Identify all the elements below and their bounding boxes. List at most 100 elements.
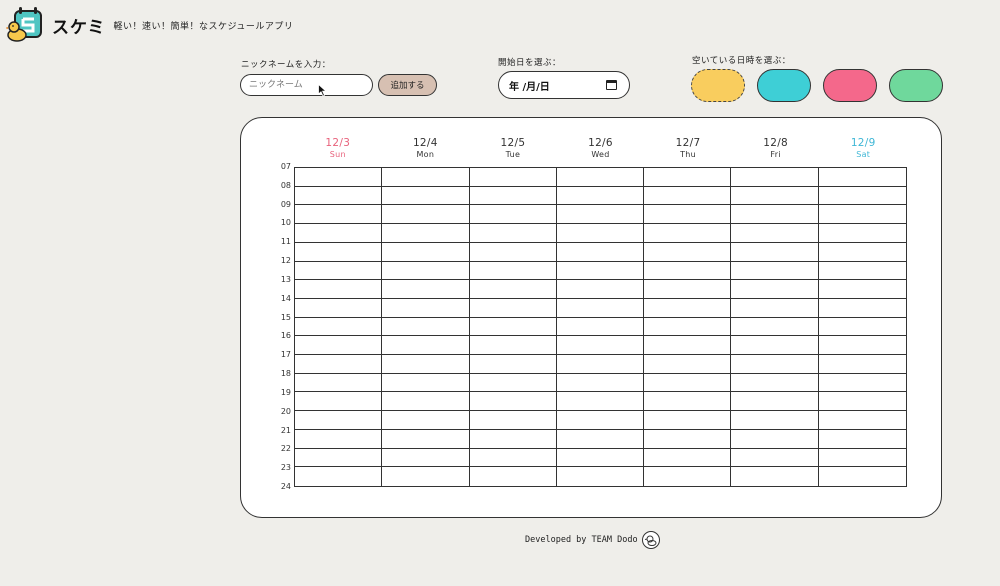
time-slot-cell[interactable]	[295, 429, 383, 449]
time-slot-cell[interactable]	[731, 186, 819, 206]
time-slot-cell[interactable]	[818, 299, 906, 318]
time-slot-cell[interactable]	[731, 317, 819, 337]
calendar-icon[interactable]	[606, 80, 617, 90]
time-slot-cell[interactable]	[818, 355, 906, 374]
time-slot-cell[interactable]	[469, 317, 557, 337]
time-slot-cell[interactable]	[382, 392, 470, 412]
start-date-input[interactable]: 年 /月/日	[498, 71, 630, 99]
time-slot-cell[interactable]	[382, 280, 470, 299]
time-slot-cell[interactable]	[818, 243, 906, 262]
time-slot-cell[interactable]	[818, 205, 906, 225]
time-slot-cell[interactable]	[819, 467, 906, 486]
time-slot-cell[interactable]	[644, 336, 732, 356]
time-slot-cell[interactable]	[295, 168, 383, 187]
time-slot-cell[interactable]	[382, 317, 470, 337]
time-slot-cell[interactable]	[382, 467, 470, 486]
time-slot-cell[interactable]	[382, 355, 470, 374]
time-slot-cell[interactable]	[295, 261, 383, 281]
time-slot-cell[interactable]	[556, 392, 645, 412]
time-slot-cell[interactable]	[382, 186, 470, 206]
time-slot-cell[interactable]	[818, 168, 906, 187]
time-slot-cell[interactable]	[731, 467, 819, 486]
time-slot-cell[interactable]	[295, 411, 383, 430]
time-slot-cell[interactable]	[382, 261, 470, 281]
time-slot-cell[interactable]	[644, 467, 732, 486]
time-slot-cell[interactable]	[295, 448, 383, 468]
time-slot-cell[interactable]	[818, 224, 906, 243]
time-slot-cell[interactable]	[556, 373, 645, 393]
time-slot-cell[interactable]	[469, 392, 557, 412]
time-slot-cell[interactable]	[731, 280, 819, 299]
time-slot-cell[interactable]	[469, 261, 557, 281]
time-slot-cell[interactable]	[556, 280, 645, 299]
time-slot-cell[interactable]	[731, 298, 819, 318]
time-slot-cell[interactable]	[644, 205, 732, 225]
color-button-yellow[interactable]	[691, 69, 745, 102]
time-slot-cell[interactable]	[556, 336, 645, 356]
time-slot-cell[interactable]	[818, 280, 906, 299]
time-slot-cell[interactable]	[644, 317, 732, 337]
time-slot-cell[interactable]	[469, 373, 557, 393]
time-slot-cell[interactable]	[382, 373, 470, 393]
add-user-button[interactable]: 追加する	[378, 74, 437, 96]
time-slot-cell[interactable]	[295, 317, 383, 337]
time-slot-cell[interactable]	[382, 168, 470, 187]
time-slot-cell[interactable]	[731, 224, 819, 243]
time-slot-cell[interactable]	[556, 186, 645, 206]
time-slot-cell[interactable]	[818, 430, 906, 449]
time-slot-cell[interactable]	[818, 392, 906, 412]
time-slot-cell[interactable]	[644, 429, 732, 449]
time-slot-cell[interactable]	[469, 411, 557, 430]
time-slot-cell[interactable]	[818, 318, 906, 337]
time-slot-cell[interactable]	[556, 205, 645, 225]
time-slot-cell[interactable]	[382, 242, 470, 262]
time-slot-cell[interactable]	[469, 242, 557, 262]
time-slot-cell[interactable]	[644, 373, 732, 393]
time-slot-cell[interactable]	[731, 261, 819, 281]
time-slot-cell[interactable]	[469, 298, 557, 318]
time-slot-cell[interactable]	[818, 336, 906, 356]
time-slot-cell[interactable]	[382, 411, 470, 430]
time-slot-cell[interactable]	[295, 467, 383, 486]
time-slot-cell[interactable]	[644, 261, 732, 281]
time-slot-cell[interactable]	[818, 187, 906, 206]
time-slot-cell[interactable]	[470, 467, 557, 486]
time-slot-cell[interactable]	[556, 242, 645, 262]
time-slot-cell[interactable]	[556, 411, 645, 430]
time-slot-cell[interactable]	[469, 429, 557, 449]
time-slot-cell[interactable]	[557, 467, 645, 486]
time-slot-cell[interactable]	[644, 186, 732, 206]
time-slot-cell[interactable]	[556, 224, 645, 243]
time-slot-cell[interactable]	[556, 355, 645, 374]
time-slot-cell[interactable]	[295, 373, 383, 393]
time-slot-cell[interactable]	[731, 242, 819, 262]
time-slot-cell[interactable]	[731, 392, 819, 412]
time-slot-cell[interactable]	[469, 355, 557, 374]
time-slot-cell[interactable]	[469, 224, 557, 243]
time-slot-cell[interactable]	[382, 224, 470, 243]
time-slot-cell[interactable]	[295, 336, 383, 356]
time-slot-cell[interactable]	[731, 205, 819, 225]
time-slot-cell[interactable]	[295, 186, 383, 206]
time-slot-cell[interactable]	[469, 205, 557, 225]
time-slot-cell[interactable]	[644, 355, 732, 374]
time-slot-cell[interactable]	[644, 280, 732, 299]
time-slot-cell[interactable]	[731, 355, 819, 374]
time-slot-cell[interactable]	[731, 373, 819, 393]
time-slot-cell[interactable]	[469, 336, 557, 356]
time-slot-cell[interactable]	[556, 298, 645, 318]
time-slot-cell[interactable]	[382, 205, 470, 225]
time-slot-cell[interactable]	[469, 168, 557, 187]
time-slot-cell[interactable]	[644, 298, 732, 318]
time-slot-cell[interactable]	[556, 429, 645, 449]
time-slot-cell[interactable]	[731, 448, 819, 468]
time-slot-cell[interactable]	[644, 392, 732, 412]
time-slot-cell[interactable]	[731, 168, 819, 187]
time-slot-cell[interactable]	[818, 374, 906, 393]
time-slot-cell[interactable]	[295, 392, 383, 412]
time-slot-cell[interactable]	[731, 429, 819, 449]
time-slot-cell[interactable]	[382, 448, 470, 468]
color-button-pink[interactable]	[823, 69, 877, 102]
time-slot-cell[interactable]	[382, 429, 470, 449]
time-slot-cell[interactable]	[469, 186, 557, 206]
